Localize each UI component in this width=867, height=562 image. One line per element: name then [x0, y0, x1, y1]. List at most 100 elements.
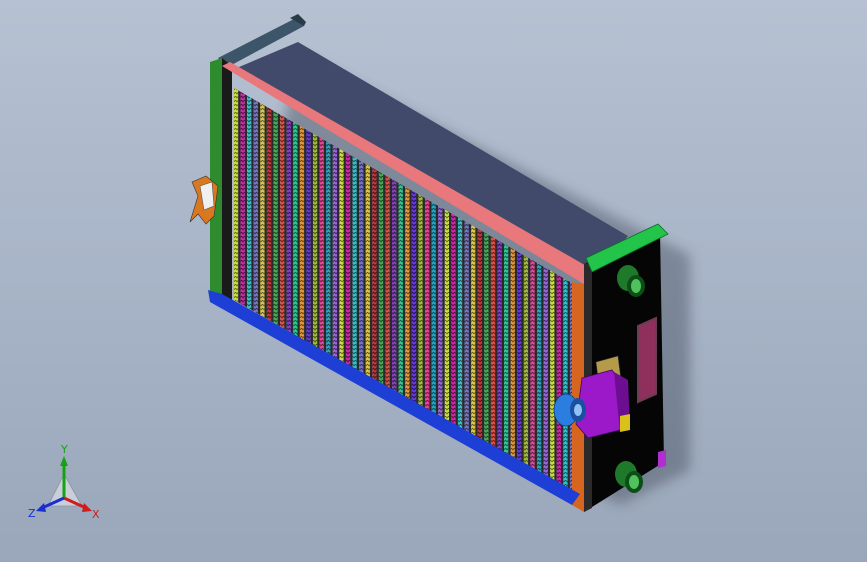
fin-strip-texture: [398, 183, 403, 397]
nameplate: [637, 316, 657, 404]
fin-gap: [264, 105, 267, 319]
fin-strip-texture: [451, 213, 456, 427]
fin-gap: [501, 242, 505, 455]
fin-gap: [396, 181, 399, 395]
fin-gap: [330, 143, 333, 357]
fin-strip-texture: [550, 270, 555, 484]
fin-strip-texture: [253, 99, 258, 314]
clamp-tab: [620, 414, 630, 432]
fin-strip-texture: [464, 221, 469, 435]
fin-strip-texture: [365, 164, 370, 378]
fin-strip-texture: [543, 266, 548, 480]
fin-gap: [389, 177, 393, 391]
fin-gap: [257, 101, 261, 315]
fin-gap: [369, 166, 373, 379]
heat-exchanger-model[interactable]: [0, 0, 867, 562]
fin-strip-texture: [332, 145, 338, 359]
fin-gap: [290, 120, 294, 334]
fin-strip-texture: [234, 88, 239, 303]
fin-strip-texture: [497, 240, 502, 453]
x-axis-arrow: [82, 503, 92, 512]
fin-strip-texture: [352, 156, 357, 371]
fin-strip-texture: [313, 133, 318, 348]
fin-strip-texture: [438, 205, 443, 420]
fin-strip-texture: [418, 194, 423, 408]
fin-gap: [317, 136, 320, 349]
fin-strip-texture: [346, 152, 351, 367]
left-end-frame: [210, 58, 232, 304]
fin-strip-texture: [392, 179, 397, 393]
cad-3d-viewport[interactable]: Y X Z: [0, 0, 867, 562]
fin-gap: [514, 250, 518, 462]
fin-strip-texture: [510, 247, 515, 461]
fin-gap: [343, 151, 346, 364]
fin-gap: [488, 234, 491, 447]
fin-strip-texture: [293, 122, 298, 337]
fin-gap: [363, 162, 366, 376]
fin-strip-texture: [425, 198, 430, 412]
fin-strip-texture: [458, 217, 463, 431]
fin-gap: [495, 238, 498, 451]
fin-gap: [244, 94, 248, 308]
fin-strip-texture: [504, 243, 509, 457]
fin-strip-texture: [477, 228, 482, 442]
fin-strip-texture: [484, 232, 489, 446]
fin-gap: [429, 200, 432, 413]
fin-gap: [455, 215, 458, 428]
fin-gap: [528, 257, 531, 470]
fin-strip-texture: [378, 171, 384, 386]
fin-gap: [251, 98, 254, 312]
fin-gap: [238, 90, 241, 304]
fin-strip-texture: [411, 190, 417, 405]
y-axis-label: Y: [60, 443, 68, 456]
fin-strip-texture: [372, 167, 377, 382]
fin-gap: [304, 128, 307, 342]
fin-strip-texture: [339, 148, 344, 363]
fin-strip-texture: [306, 129, 311, 344]
fin-gap: [541, 265, 544, 477]
fin-strip-texture: [431, 202, 436, 416]
fin-gap: [271, 109, 274, 323]
fin-strip-texture: [319, 137, 324, 352]
fin-strip-texture: [280, 114, 285, 329]
fin-gap: [534, 261, 537, 474]
fin-gap: [468, 223, 472, 436]
fin-gap: [337, 147, 340, 361]
y-axis-arrow: [60, 456, 68, 466]
fin-strip-texture: [537, 262, 542, 476]
fin-gap: [561, 276, 564, 489]
fin-strip-texture: [444, 209, 450, 423]
z-axis-arrow: [36, 503, 46, 512]
fin-strip-texture: [530, 259, 535, 472]
fin-strip-texture: [517, 251, 522, 465]
fin-gap: [508, 246, 511, 459]
fin-strip-texture: [273, 110, 278, 325]
fin-gap: [409, 189, 412, 402]
fin-gap: [449, 212, 452, 425]
fin-gap: [416, 193, 419, 406]
fin-gap: [462, 219, 465, 432]
fin-gap: [442, 208, 445, 421]
fin-gap: [567, 280, 570, 492]
fin-strip-texture: [523, 255, 529, 469]
fin-gap: [323, 139, 327, 353]
fin-gap: [376, 170, 379, 383]
fin-gap: [297, 124, 300, 338]
x-axis-label: X: [92, 508, 100, 521]
fin-strip-texture: [240, 91, 245, 307]
fin-strip-texture: [471, 224, 476, 438]
fin-gap: [402, 185, 406, 398]
orientation-triad: Y X Z: [28, 443, 100, 521]
fin-strip-texture: [247, 95, 252, 310]
fin-gap: [554, 272, 557, 485]
fin-gap: [383, 174, 386, 387]
fin-strip-texture: [563, 278, 568, 491]
fin-gap: [356, 158, 360, 372]
fin-strip-texture: [266, 107, 272, 322]
fin-gap: [284, 117, 287, 331]
fin-strip-texture: [556, 274, 562, 487]
fin-gap: [277, 113, 281, 327]
fin-gap: [435, 204, 439, 417]
fin-gap: [481, 231, 485, 443]
fin-strip-texture: [385, 175, 390, 389]
